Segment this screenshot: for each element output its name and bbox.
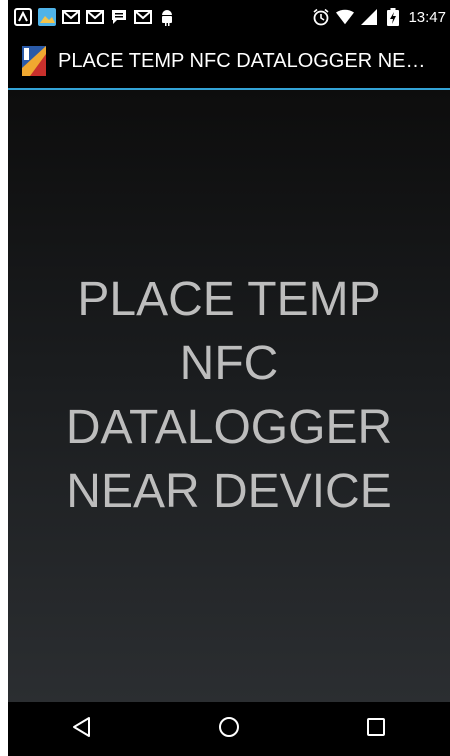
main-content: PLACE TEMP NFC DATALOGGER NEAR DEVICE	[8, 90, 450, 702]
signal-icon	[360, 8, 378, 26]
notification-icons	[8, 8, 176, 26]
android-icon	[158, 8, 176, 26]
wifi-icon	[336, 8, 355, 26]
action-bar-title: PLACE TEMP NFC DATALOGGER NEAR...	[58, 49, 438, 72]
phone-screen: 13:47 PLACE TEMP NFC DATALOGGER NEAR... …	[8, 0, 450, 756]
status-bar: 13:47	[8, 0, 450, 34]
caliper-app-icon	[14, 8, 32, 26]
system-status-icons: 13:47	[312, 8, 450, 26]
photo-app-icon	[38, 8, 56, 26]
gmail-icon	[86, 8, 104, 26]
gmail-icon	[62, 8, 80, 26]
action-bar: PLACE TEMP NFC DATALOGGER NEAR...	[8, 34, 450, 90]
message-line: NFC	[179, 337, 279, 390]
tecno-lite-app-icon[interactable]	[22, 46, 46, 76]
recents-button[interactable]	[346, 702, 406, 756]
battery-charging-icon	[384, 8, 402, 26]
recents-icon	[366, 717, 386, 742]
back-button[interactable]	[52, 702, 112, 756]
nfc-instruction-message: PLACE TEMP NFC DATALOGGER NEAR DEVICE	[8, 268, 450, 524]
gmail-icon	[134, 8, 152, 26]
message-line: PLACE TEMP	[77, 273, 381, 326]
back-icon	[71, 716, 93, 743]
message-line: DATALOGGER	[65, 401, 393, 454]
clock: 13:47	[408, 8, 446, 26]
navigation-bar	[8, 702, 450, 756]
message-line: NEAR DEVICE	[66, 465, 392, 518]
home-icon	[218, 716, 240, 743]
chat-icon	[110, 8, 128, 26]
home-button[interactable]	[199, 702, 259, 756]
alarm-icon	[312, 8, 330, 26]
